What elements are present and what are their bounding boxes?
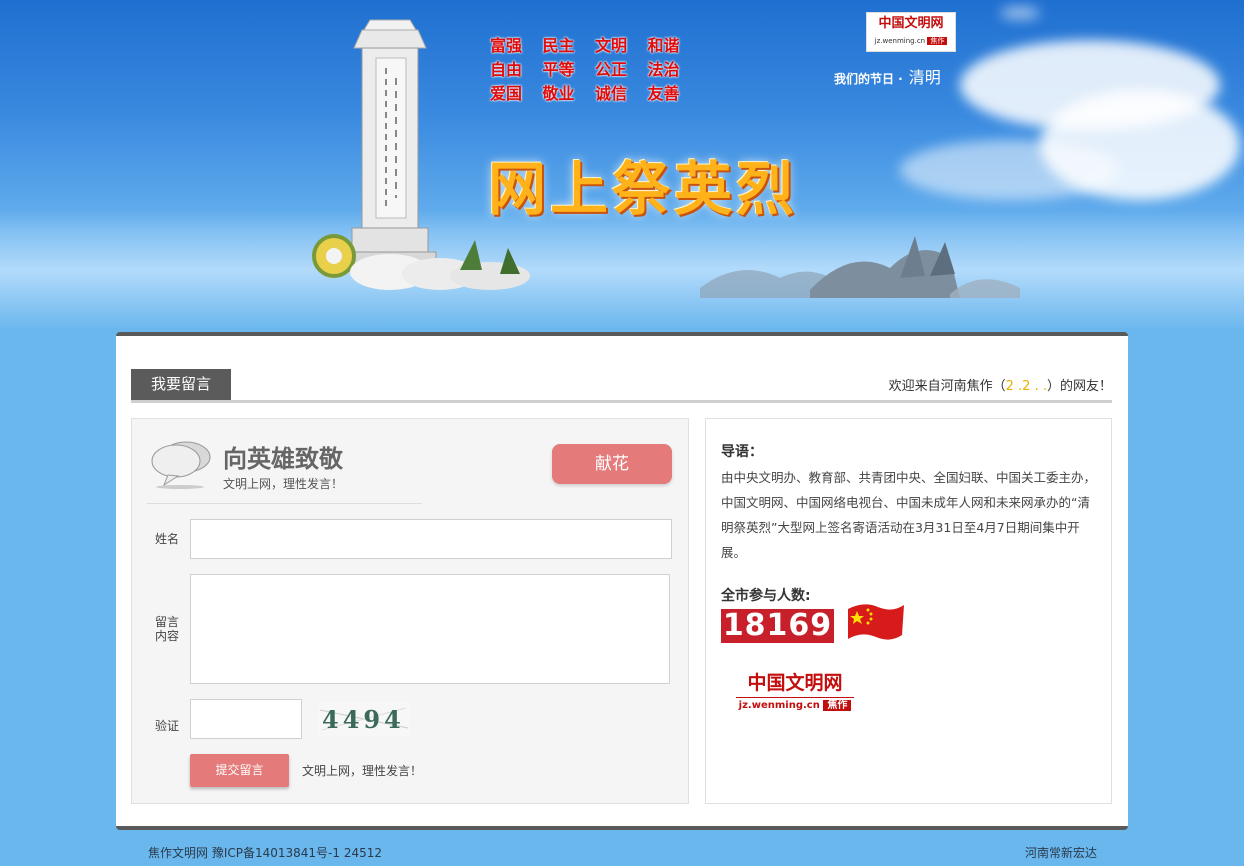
festival-caption: 我们的节日 · 清明 [834,64,941,88]
participant-count: 18169 [721,608,834,643]
festival-name: 清明 [908,68,941,87]
message-textarea[interactable] [190,574,670,684]
logo-domain: jz.wenming.cn 焦作 [867,35,955,47]
submit-button[interactable]: 提交留言 [190,754,289,787]
statues-image [700,236,1020,298]
core-value: 诚信 [595,84,628,103]
core-value: 公正 [595,60,628,79]
offer-flowers-button[interactable]: 献花 [552,444,672,484]
visitor-ip: 2 .2 . . [1005,379,1047,394]
logo-name: 中国文明网 [736,669,854,698]
core-value: 敬业 [542,84,575,103]
core-value: 爱国 [490,84,523,103]
core-value: 法治 [647,60,680,79]
captcha-label: 验证 [154,719,179,733]
main-panel: 我要留言 欢迎来自河南焦作（2 .2 . .）的网友！ 向英雄致敬 文明上网，理… [116,332,1128,830]
logo-name: 中国文明网 [878,16,944,31]
mountain-haze [0,210,1244,330]
section-tabbar: 我要留言 欢迎来自河南焦作（2 .2 . .）的网友！ [131,369,1112,403]
core-value: 和谐 [647,36,680,55]
festival-label: 我们的节日 · [834,72,903,86]
page-title: 网上祭英烈 [488,155,799,223]
participant-count-heading: 全市参与人数: [721,588,811,604]
wenming-logo-large[interactable]: 中国文明网 jz.wenming.cn 焦作 [736,669,854,719]
guide-text: 由中央文明办、教育部、共青团中央、全国妇联、中国关工委主办，中国文明网、中国网络… [721,470,1097,560]
logo-domain: jz.wenming.cn 焦作 [736,698,854,714]
core-value: 文明 [595,36,628,55]
cloud-decoration [1000,6,1040,20]
footer-copyright: 焦作文明网 豫ICP备14013841号-1 24512 [148,846,383,860]
name-label: 姓名 [154,532,179,546]
header-banner: 富强 民主 文明 和谐 自由 平等 公正 法治 爱国 敬业 诚信 友善 网上祭英… [0,0,1244,330]
tab-leave-message[interactable]: 我要留言 [131,369,231,400]
captcha-image[interactable]: 4494 [318,702,410,736]
divider [147,503,422,504]
guide-heading: 导语： [721,444,763,460]
captcha-text: 4494 [322,705,405,734]
core-value: 自由 [490,60,523,79]
china-flag-icon [848,604,904,640]
core-value: 民主 [542,36,575,55]
core-value: 富强 [490,36,523,55]
core-value: 平等 [542,60,575,79]
form-title: 向英雄致敬 [223,445,343,473]
submit-note: 文明上网，理性发言！ [302,764,423,778]
core-value: 友善 [647,84,680,103]
core-values-grid: 富强 民主 文明 和谐 自由 平等 公正 法治 爱国 敬业 诚信 友善 [490,36,700,104]
info-panel: 导语： 由中央文明办、教育部、共青团中央、全国妇联、中国关工委主办，中国文明网、… [705,418,1112,804]
speech-bubbles-icon [151,441,211,489]
flower-wreaths-image [312,234,530,290]
message-form: 向英雄致敬 文明上网，理性发言！ 献花 姓名 留言 内容 验证 4494 提交留言… [131,418,689,804]
form-subtitle: 文明上网，理性发言！ [223,477,344,491]
footer-credit: 河南常新宏达 [1024,846,1097,860]
message-label: 留言 内容 [154,615,179,643]
welcome-message: 欢迎来自河南焦作（2 .2 . .）的网友！ [888,379,1112,394]
cloud-decoration [900,140,1120,200]
name-input[interactable] [190,519,672,559]
wenming-logo[interactable]: 中国文明网 jz.wenming.cn 焦作 [866,12,956,52]
captcha-input[interactable] [190,699,302,739]
